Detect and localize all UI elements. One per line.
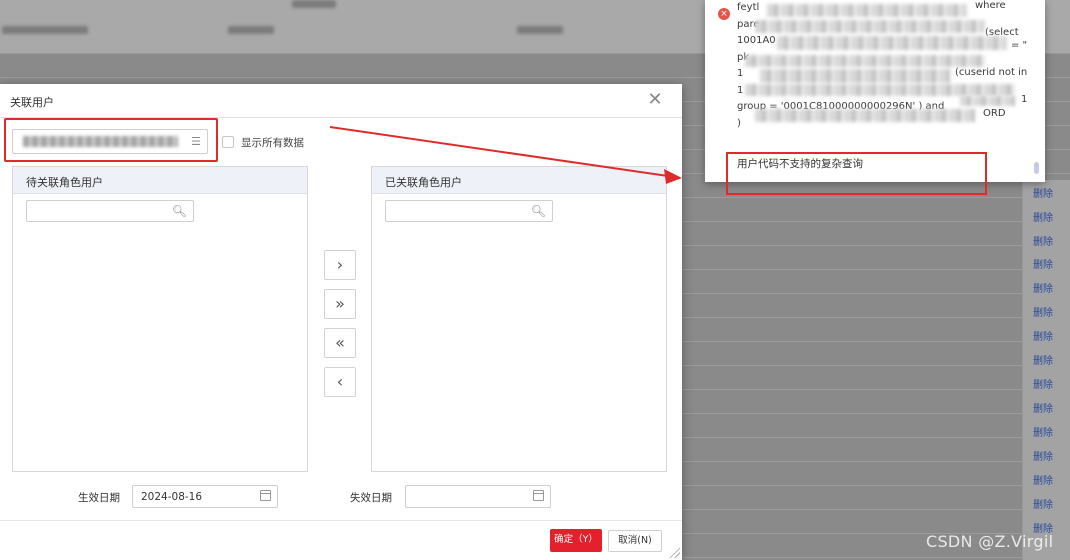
list-icon[interactable]: ☰ xyxy=(191,135,201,148)
associated-users-panel: 已关联角色用户 🔍︎ xyxy=(371,166,667,472)
effective-date-label: 生效日期 xyxy=(78,492,120,504)
associate-users-dialog: 关联用户 ✕ ☰ 显示所有数据 待关联角色用户 🔍︎ › » « ‹ 已关联角色… xyxy=(0,84,682,560)
error-fragment: 1 xyxy=(1021,94,1028,105)
delete-link[interactable]: 删除 xyxy=(1033,256,1063,271)
redacted-text xyxy=(960,96,1015,106)
error-icon: × xyxy=(718,8,730,20)
effective-date-field[interactable]: 2024-08-16 xyxy=(132,485,278,508)
associated-users-title: 已关联角色用户 xyxy=(372,167,666,194)
move-left-button[interactable]: ‹ xyxy=(324,367,356,397)
delete-link[interactable]: 删除 xyxy=(1033,304,1063,319)
resize-grip-icon[interactable] xyxy=(668,546,680,558)
blurred-bg-text xyxy=(292,0,336,8)
error-fragment: = " xyxy=(1011,40,1028,51)
delete-link[interactable]: 删除 xyxy=(1033,424,1063,439)
divider xyxy=(0,520,682,521)
delete-link[interactable]: 删除 xyxy=(1033,496,1063,511)
error-fragment: (cuserid not in xyxy=(955,67,1028,78)
expire-date-field[interactable] xyxy=(405,485,551,508)
delete-link[interactable]: 删除 xyxy=(1033,280,1063,295)
move-all-left-button[interactable]: « xyxy=(324,328,356,358)
redacted-text xyxy=(755,20,985,33)
cancel-button[interactable]: 取消(N) xyxy=(608,530,662,552)
associated-users-search-input[interactable]: 🔍︎ xyxy=(385,200,553,222)
redacted-text xyxy=(755,109,975,122)
delete-link[interactable]: 删除 xyxy=(1033,472,1063,487)
search-icon[interactable]: 🔍︎ xyxy=(172,204,187,218)
redacted-text xyxy=(745,84,1015,96)
error-fragment: where xyxy=(975,0,1006,11)
dialog-title: 关联用户 xyxy=(10,96,54,109)
delete-link[interactable]: 删除 xyxy=(1033,400,1063,415)
scrollbar-thumb[interactable] xyxy=(1034,162,1039,174)
show-all-label: 显示所有数据 xyxy=(241,137,304,149)
pending-users-title: 待关联角色用户 xyxy=(13,167,307,194)
redacted-text xyxy=(777,36,1007,50)
redacted-text xyxy=(745,55,985,67)
pending-users-search-input[interactable]: 🔍︎ xyxy=(26,200,194,222)
redacted-text xyxy=(767,4,967,17)
delete-link[interactable]: 删除 xyxy=(1033,328,1063,343)
expire-date-label: 失效日期 xyxy=(350,492,392,504)
delete-link[interactable]: 删除 xyxy=(1033,448,1063,463)
effective-date-value: 2024-08-16 xyxy=(141,491,203,503)
calendar-icon[interactable] xyxy=(533,490,544,501)
role-selector-input[interactable]: ☰ xyxy=(12,129,208,154)
show-all-checkbox[interactable] xyxy=(222,136,234,148)
move-right-button[interactable]: › xyxy=(324,250,356,280)
delete-link[interactable]: 删除 xyxy=(1033,376,1063,391)
blurred-selected-value xyxy=(23,136,178,147)
delete-link[interactable]: 删除 xyxy=(1033,185,1063,200)
pending-users-panel: 待关联角色用户 🔍︎ xyxy=(12,166,308,472)
error-fragment: ORD xyxy=(983,108,1006,119)
annotation-highlight-box xyxy=(726,152,987,195)
watermark: CSDN @Z.Virgil xyxy=(926,532,1054,551)
delete-link[interactable]: 删除 xyxy=(1033,233,1063,248)
blurred-bg-text xyxy=(228,26,274,34)
redacted-text xyxy=(760,69,950,83)
close-icon[interactable]: ✕ xyxy=(645,90,665,110)
blurred-bg-text xyxy=(2,26,88,34)
move-all-right-button[interactable]: » xyxy=(324,289,356,319)
confirm-button[interactable]: 确定（Y） xyxy=(550,529,602,552)
delete-link[interactable]: 删除 xyxy=(1033,209,1063,224)
search-icon[interactable]: 🔍︎ xyxy=(531,204,546,218)
calendar-icon[interactable] xyxy=(260,490,271,501)
delete-link[interactable]: 删除 xyxy=(1033,352,1063,367)
blurred-bg-text xyxy=(517,26,563,34)
